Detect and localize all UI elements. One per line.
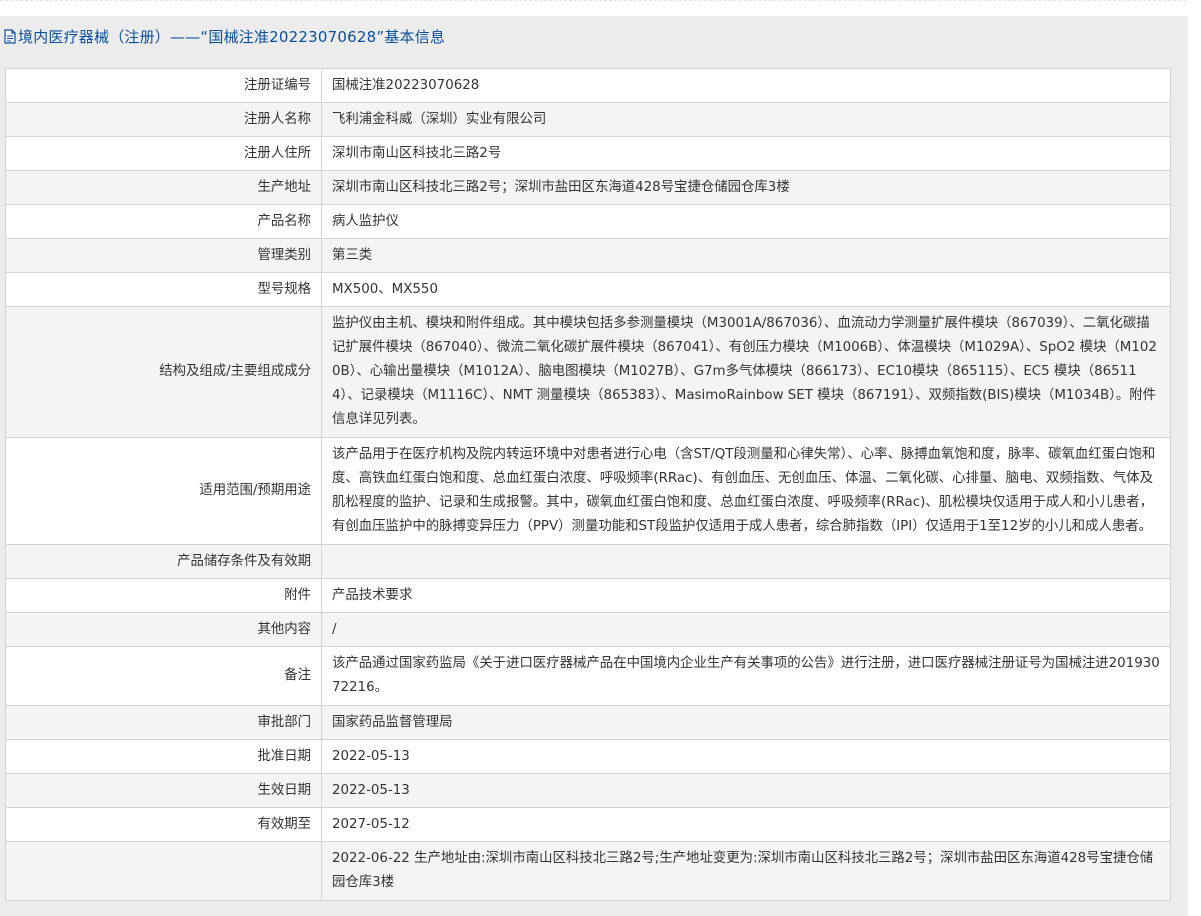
- table-row-approval-date: 批准日期 2022-05-13: [5, 739, 1171, 774]
- field-value: 该产品用于在医疗机构及院内转运环境中对患者进行心电（含ST/QT段测量和心律失常…: [321, 437, 1171, 545]
- page-title: 境内医疗器械（注册）——“国械注准20223070628”基本信息: [18, 27, 446, 46]
- field-value: 飞利浦金科威（深圳）实业有限公司: [321, 102, 1171, 137]
- field-label: 注册人住所: [5, 136, 322, 171]
- table-row-attachment: 附件 产品技术要求: [5, 578, 1171, 613]
- field-value: 产品技术要求: [321, 578, 1171, 613]
- field-value: 2022-05-13: [321, 739, 1171, 774]
- field-label: 管理类别: [5, 238, 322, 273]
- table-row-valid-until: 有效期至 2027-05-12: [5, 807, 1171, 842]
- field-value: 病人监护仪: [321, 204, 1171, 239]
- table-row-intended-use: 适用范围/预期用途 该产品用于在医疗机构及院内转运环境中对患者进行心电（含ST/…: [5, 437, 1171, 545]
- field-label: 生产地址: [5, 170, 322, 205]
- table-row-product-name: 产品名称 病人监护仪: [5, 204, 1171, 239]
- field-label: 型号规格: [5, 272, 322, 307]
- table-row-management-class: 管理类别 第三类: [5, 238, 1171, 273]
- table-row-remarks: 备注 该产品通过国家药监局《关于进口医疗器械产品在中国境内企业生产有关事项的公告…: [5, 646, 1171, 706]
- field-value: 深圳市南山区科技北三路2号: [321, 136, 1171, 171]
- panel-header: 境内医疗器械（注册）——“国械注准20223070628”基本信息: [0, 16, 1188, 56]
- field-value: 该产品通过国家药监局《关于进口医疗器械产品在中国境内企业生产有关事项的公告》进行…: [321, 646, 1171, 706]
- field-label: 附件: [5, 578, 322, 613]
- field-label: 产品名称: [5, 204, 322, 239]
- table-row-approval-authority: 审批部门 国家药品监督管理局: [5, 705, 1171, 740]
- field-label: [5, 841, 322, 901]
- field-value: MX500、MX550: [321, 272, 1171, 307]
- table-row-model-spec: 型号规格 MX500、MX550: [5, 272, 1171, 307]
- field-value: 国械注准20223070628: [321, 68, 1171, 103]
- table-row-registrant-address: 注册人住所 深圳市南山区科技北三路2号: [5, 136, 1171, 171]
- field-label: 注册证编号: [5, 68, 322, 103]
- field-value: 国家药品监督管理局: [321, 705, 1171, 740]
- field-value: 深圳市南山区科技北三路2号；深圳市盐田区东海道428号宝捷仓储园仓库3楼: [321, 170, 1171, 205]
- field-value: 2022-05-13: [321, 773, 1171, 808]
- field-label: 生效日期: [5, 773, 322, 808]
- table-row-registration-number: 注册证编号 国械注准20223070628: [5, 68, 1171, 103]
- field-label: 有效期至: [5, 807, 322, 842]
- field-label: 其他内容: [5, 612, 322, 647]
- field-value: 2027-05-12: [321, 807, 1171, 842]
- field-value: 监护仪由主机、模块和附件组成。其中模块包括多参测量模块（M3001A/86703…: [321, 306, 1171, 438]
- field-value: 2022-06-22 生产地址由:深圳市南山区科技北三路2号;生产地址变更为:深…: [321, 841, 1171, 901]
- document-icon: [4, 28, 16, 44]
- field-label: 产品储存条件及有效期: [5, 544, 322, 579]
- table-row-other-content: 其他内容 /: [5, 612, 1171, 647]
- top-divider: [0, 0, 1201, 6]
- table-row-effective-date: 生效日期 2022-05-13: [5, 773, 1171, 808]
- field-value: 第三类: [321, 238, 1171, 273]
- field-value: /: [321, 612, 1171, 647]
- field-value: [321, 544, 1171, 579]
- field-label: 审批部门: [5, 705, 322, 740]
- table-row-registrant-name: 注册人名称 飞利浦金科威（深圳）实业有限公司: [5, 102, 1171, 137]
- scrollbar-gutter[interactable]: [1188, 0, 1201, 904]
- table-row-structure-composition: 结构及组成/主要组成成分 监护仪由主机、模块和附件组成。其中模块包括多参测量模块…: [5, 306, 1171, 438]
- detail-panel: 境内医疗器械（注册）——“国械注准20223070628”基本信息 注册证编号 …: [0, 16, 1188, 916]
- field-label: 批准日期: [5, 739, 322, 774]
- field-label: 结构及组成/主要组成成分: [5, 306, 322, 438]
- field-label: 注册人名称: [5, 102, 322, 137]
- table-row-change-history: 2022-06-22 生产地址由:深圳市南山区科技北三路2号;生产地址变更为:深…: [5, 841, 1171, 901]
- table-row-production-address: 生产地址 深圳市南山区科技北三路2号；深圳市盐田区东海道428号宝捷仓储园仓库3…: [5, 170, 1171, 205]
- registration-info-table: 注册证编号 国械注准20223070628 注册人名称 飞利浦金科威（深圳）实业…: [5, 68, 1171, 901]
- field-label: 适用范围/预期用途: [5, 437, 322, 545]
- field-label: 备注: [5, 646, 322, 706]
- table-row-storage-conditions: 产品储存条件及有效期: [5, 544, 1171, 579]
